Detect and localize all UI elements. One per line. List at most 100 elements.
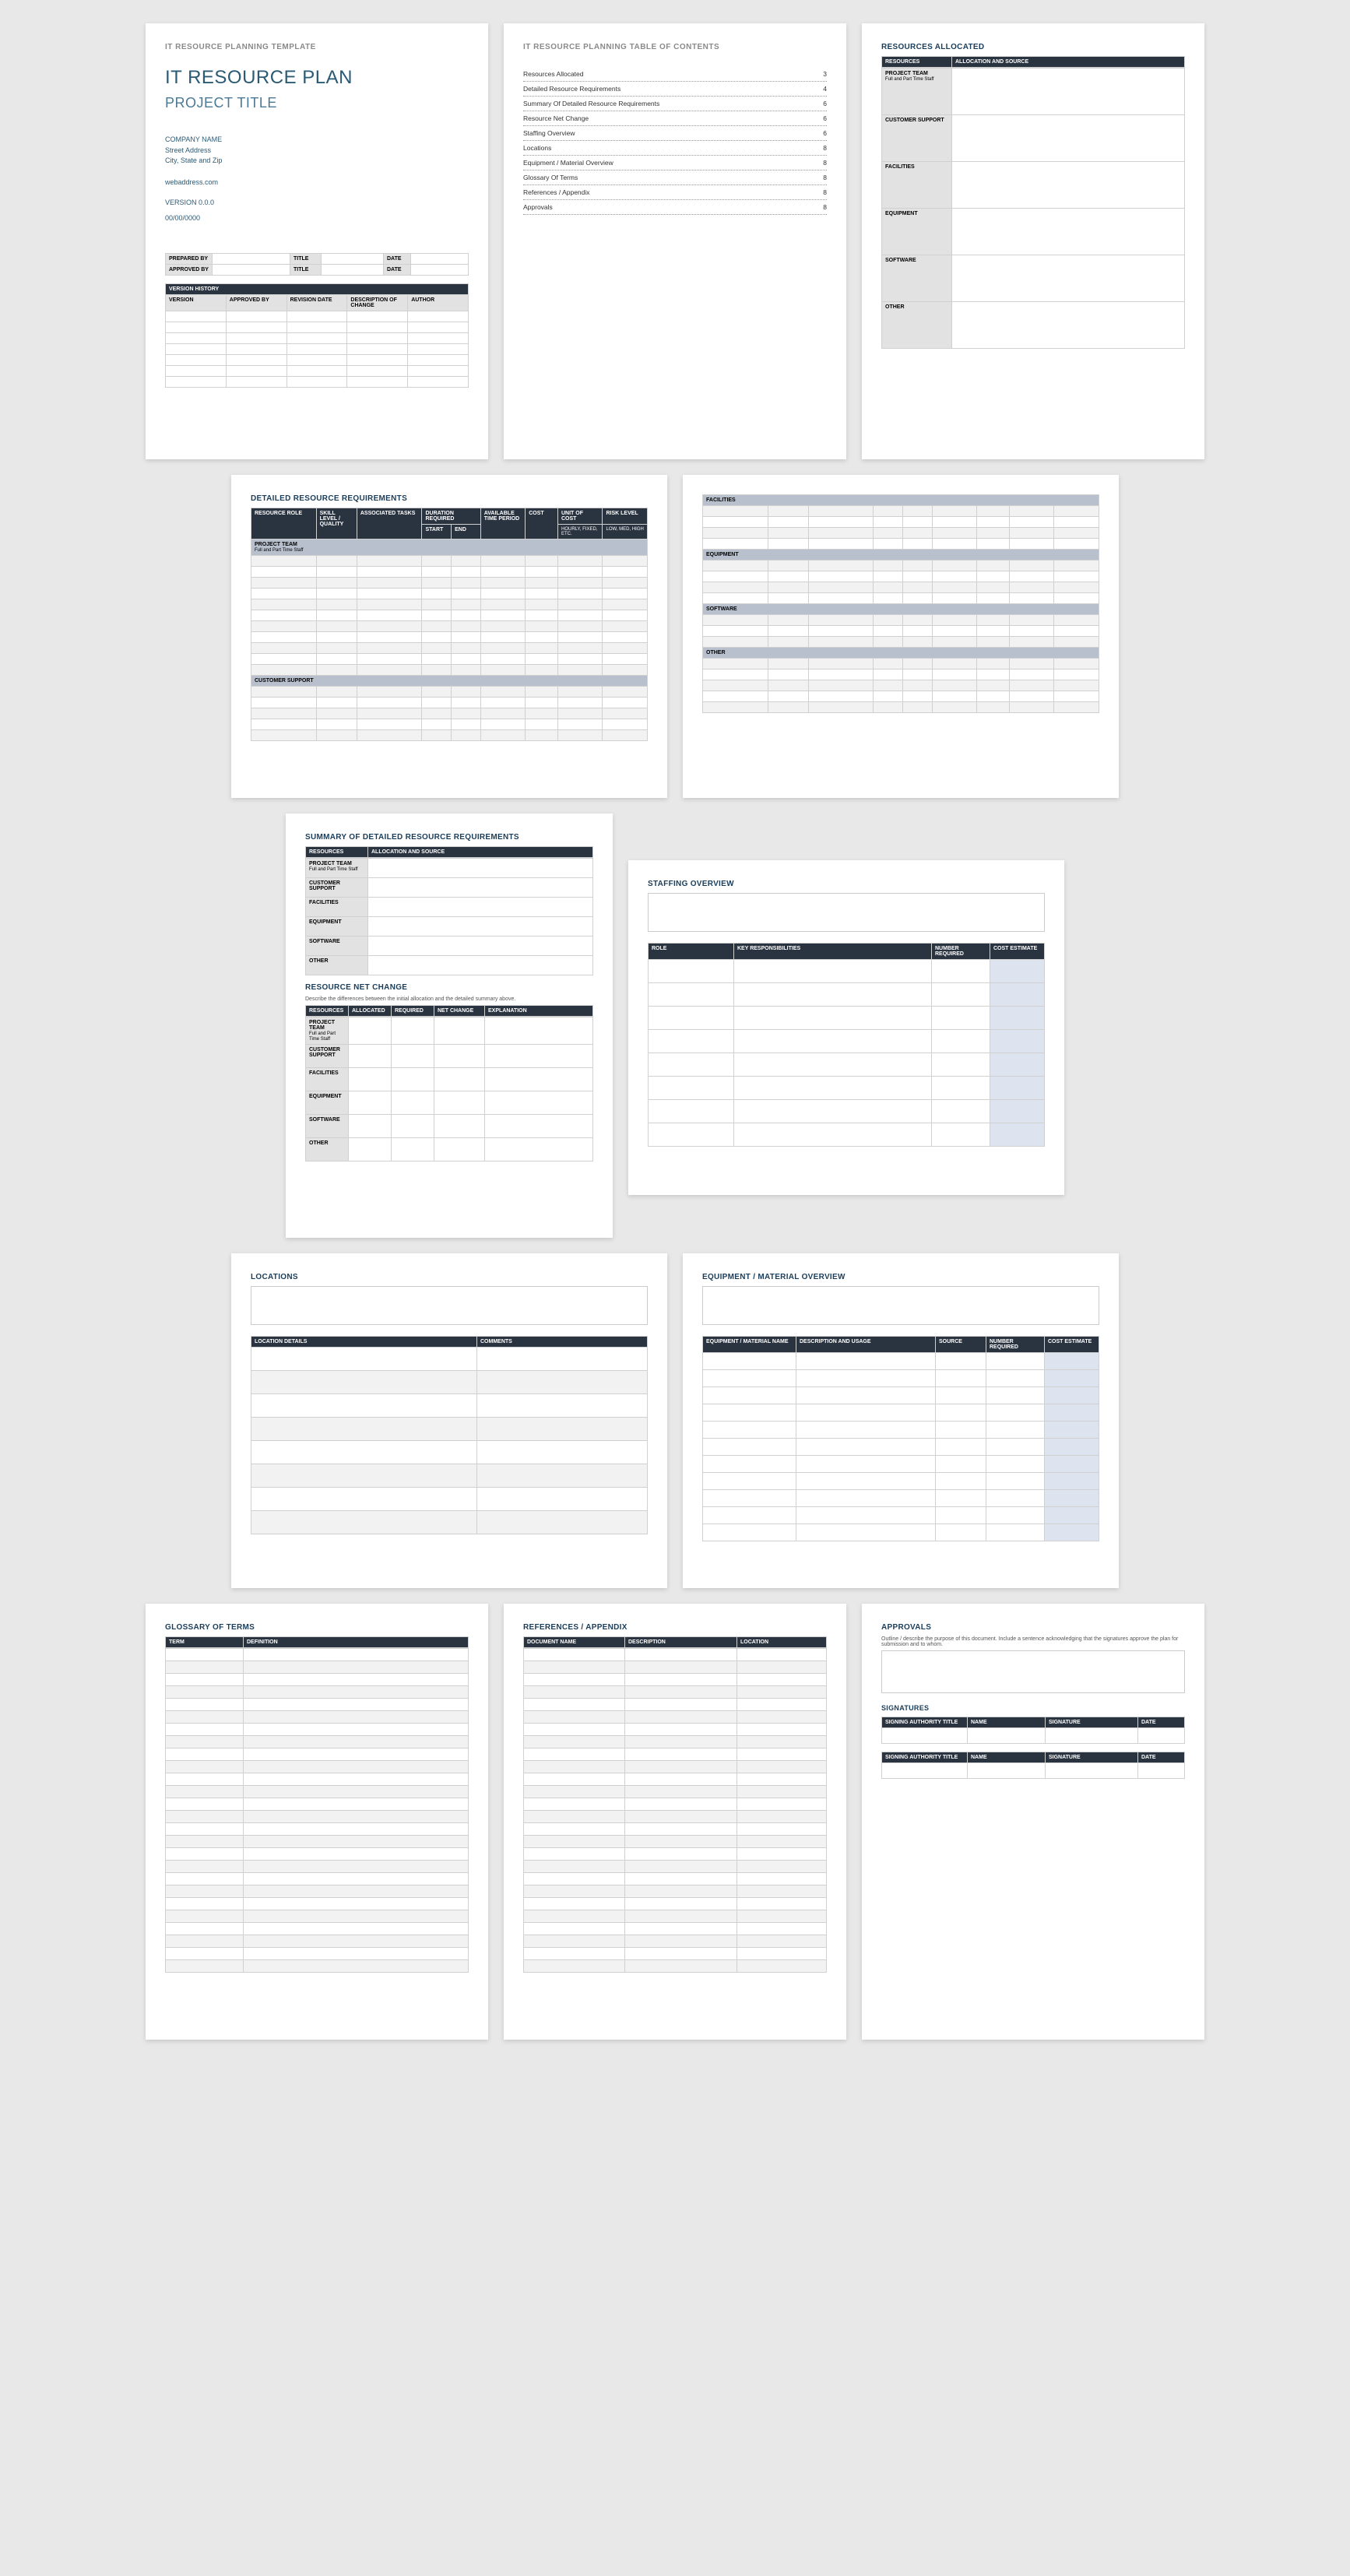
table-row [166,1661,469,1674]
table-row [251,1418,648,1441]
toc-header: IT RESOURCE PLANNING TABLE OF CONTENTS [523,43,827,51]
document-container: IT RESOURCE PLANNING TEMPLATE IT RESOURC… [23,23,1327,2040]
vh-author: AUTHOR [408,295,469,311]
prepared-by-value [213,254,290,265]
gl-c1: TERM [166,1637,244,1648]
table-row [524,1649,827,1661]
ref-c1: DOCUMENT NAME [524,1637,625,1648]
prepared-by-label: PREPARED BY [166,254,213,265]
group-project-team: PROJECT TEAMFull and Part Time Staff [251,539,648,556]
table-row [251,708,648,719]
title-value-2 [322,265,384,276]
vh-approved: APPROVED BY [226,295,287,311]
h-unit-sub: Hourly, Fixed, etc. [558,525,603,539]
vh-desc: DESCRIPTION OF CHANGE [347,295,408,311]
table-row [251,719,648,730]
table-row [524,1674,827,1686]
table-row [166,1836,469,1848]
approvals-desc: Outline / describe the purpose of this d… [881,1636,1185,1647]
table-row [166,1848,469,1861]
table-row [166,1811,469,1823]
group-other: OTHER [703,648,1099,659]
h-avail: AVAILABLE TIME PERIOD [480,508,525,539]
table-row [524,1686,827,1699]
table-row [251,1348,648,1371]
netchange-table: RESOURCES ALLOCATED REQUIRED NET CHANGE … [305,1005,593,1017]
vh-revdate: REVISION DATE [287,295,347,311]
glossary-title: GLOSSARY OF TERMS [165,1623,469,1632]
table-row [251,589,648,599]
table-row: EQUIPMENT [882,209,1185,255]
table-row [251,1464,648,1488]
table-row [251,1394,648,1418]
resources-allocated-title: RESOURCES ALLOCATED [881,43,1185,51]
sig2-c1: SIGNING AUTHORITY TITLE [882,1752,968,1763]
sig-c3: SIGNATURE [1046,1717,1138,1728]
table-row [703,702,1099,713]
group-facilities: FACILITIES [703,495,1099,506]
sum-c2: ALLOCATION AND SOURCE [368,847,593,858]
table-row [703,561,1099,571]
eq-c5: COST ESTIMATE [1045,1337,1099,1353]
h-skill: SKILL LEVEL / QUALITY [316,508,357,539]
table-row [703,528,1099,539]
ref-c3: LOCATION [737,1637,827,1648]
toc-item: Resources Allocated3 [523,67,827,82]
h-duration: DURATION REQUIRED [422,508,480,525]
table-row [166,1935,469,1948]
nc-c1: RESOURCES [306,1006,349,1017]
table-row [251,730,648,741]
table-row [166,355,469,366]
h-risk-sub: Low, Med, High [603,525,648,539]
table-row [703,691,1099,702]
row-3: SUMMARY OF DETAILED RESOURCE REQUIREMENT… [23,814,1327,1238]
table-row [251,698,648,708]
table-row [703,615,1099,626]
toc-item: Approvals8 [523,200,827,215]
table-row [166,377,469,388]
table-row: PROJECT TEAMFull and Part Time Staff [882,69,1185,115]
table-row [166,1748,469,1761]
table-row [649,960,1045,983]
page-detailed-req-2: FACILITIES EQUIPMENT SOFTWARE OTHER [683,475,1119,798]
col-resources: RESOURCES [882,57,952,68]
table-row [251,599,648,610]
references-title: REFERENCES / APPENDIX [523,1623,827,1632]
toc-item: Equipment / Material Overview8 [523,156,827,170]
table-row: EQUIPMENT [306,917,593,937]
table-row [251,687,648,698]
table-row: FACILITIES [306,1068,593,1091]
table-row [649,1030,1045,1053]
table-row [251,610,648,621]
table-row [166,1761,469,1773]
netchange-title: RESOURCE NET CHANGE [305,983,593,992]
approved-by-label: APPROVED BY [166,265,213,276]
page-toc: IT RESOURCE PLANNING TABLE OF CONTENTS R… [504,23,846,459]
title-label-2: TITLE [290,265,322,276]
table-row: SOFTWARE [306,937,593,956]
nc-c2: ALLOCATED [349,1006,392,1017]
h-cost: COST [526,508,558,539]
table-row [524,1761,827,1773]
table-row [166,1798,469,1811]
table-row [524,1848,827,1861]
table-row [251,578,648,589]
table-row [166,1674,469,1686]
equipment-table: EQUIPMENT / MATERIAL NAME DESCRIPTION AN… [702,1336,1099,1541]
nc-c3: REQUIRED [392,1006,434,1017]
table-row [703,582,1099,593]
staffing-table: ROLE KEY RESPONSIBILITIES NUMBER REQUIRE… [648,943,1045,1147]
table-row [703,1473,1099,1490]
table-row [703,1524,1099,1541]
table-row [649,1007,1045,1030]
toc-list: Resources Allocated3Detailed Resource Re… [523,67,827,215]
toc-item: Summary Of Detailed Resource Requirement… [523,97,827,111]
table-row [251,621,648,632]
table-row: FACILITIES [882,162,1185,209]
version-history-table: VERSION HISTORY VERSION APPROVED BY REVI… [165,283,469,388]
table-row [703,1353,1099,1370]
locations-title: LOCATIONS [251,1273,648,1281]
table-row [524,1923,827,1935]
group-software: SOFTWARE [703,604,1099,615]
page-summary-netchange: SUMMARY OF DETAILED RESOURCE REQUIREMENT… [286,814,613,1238]
